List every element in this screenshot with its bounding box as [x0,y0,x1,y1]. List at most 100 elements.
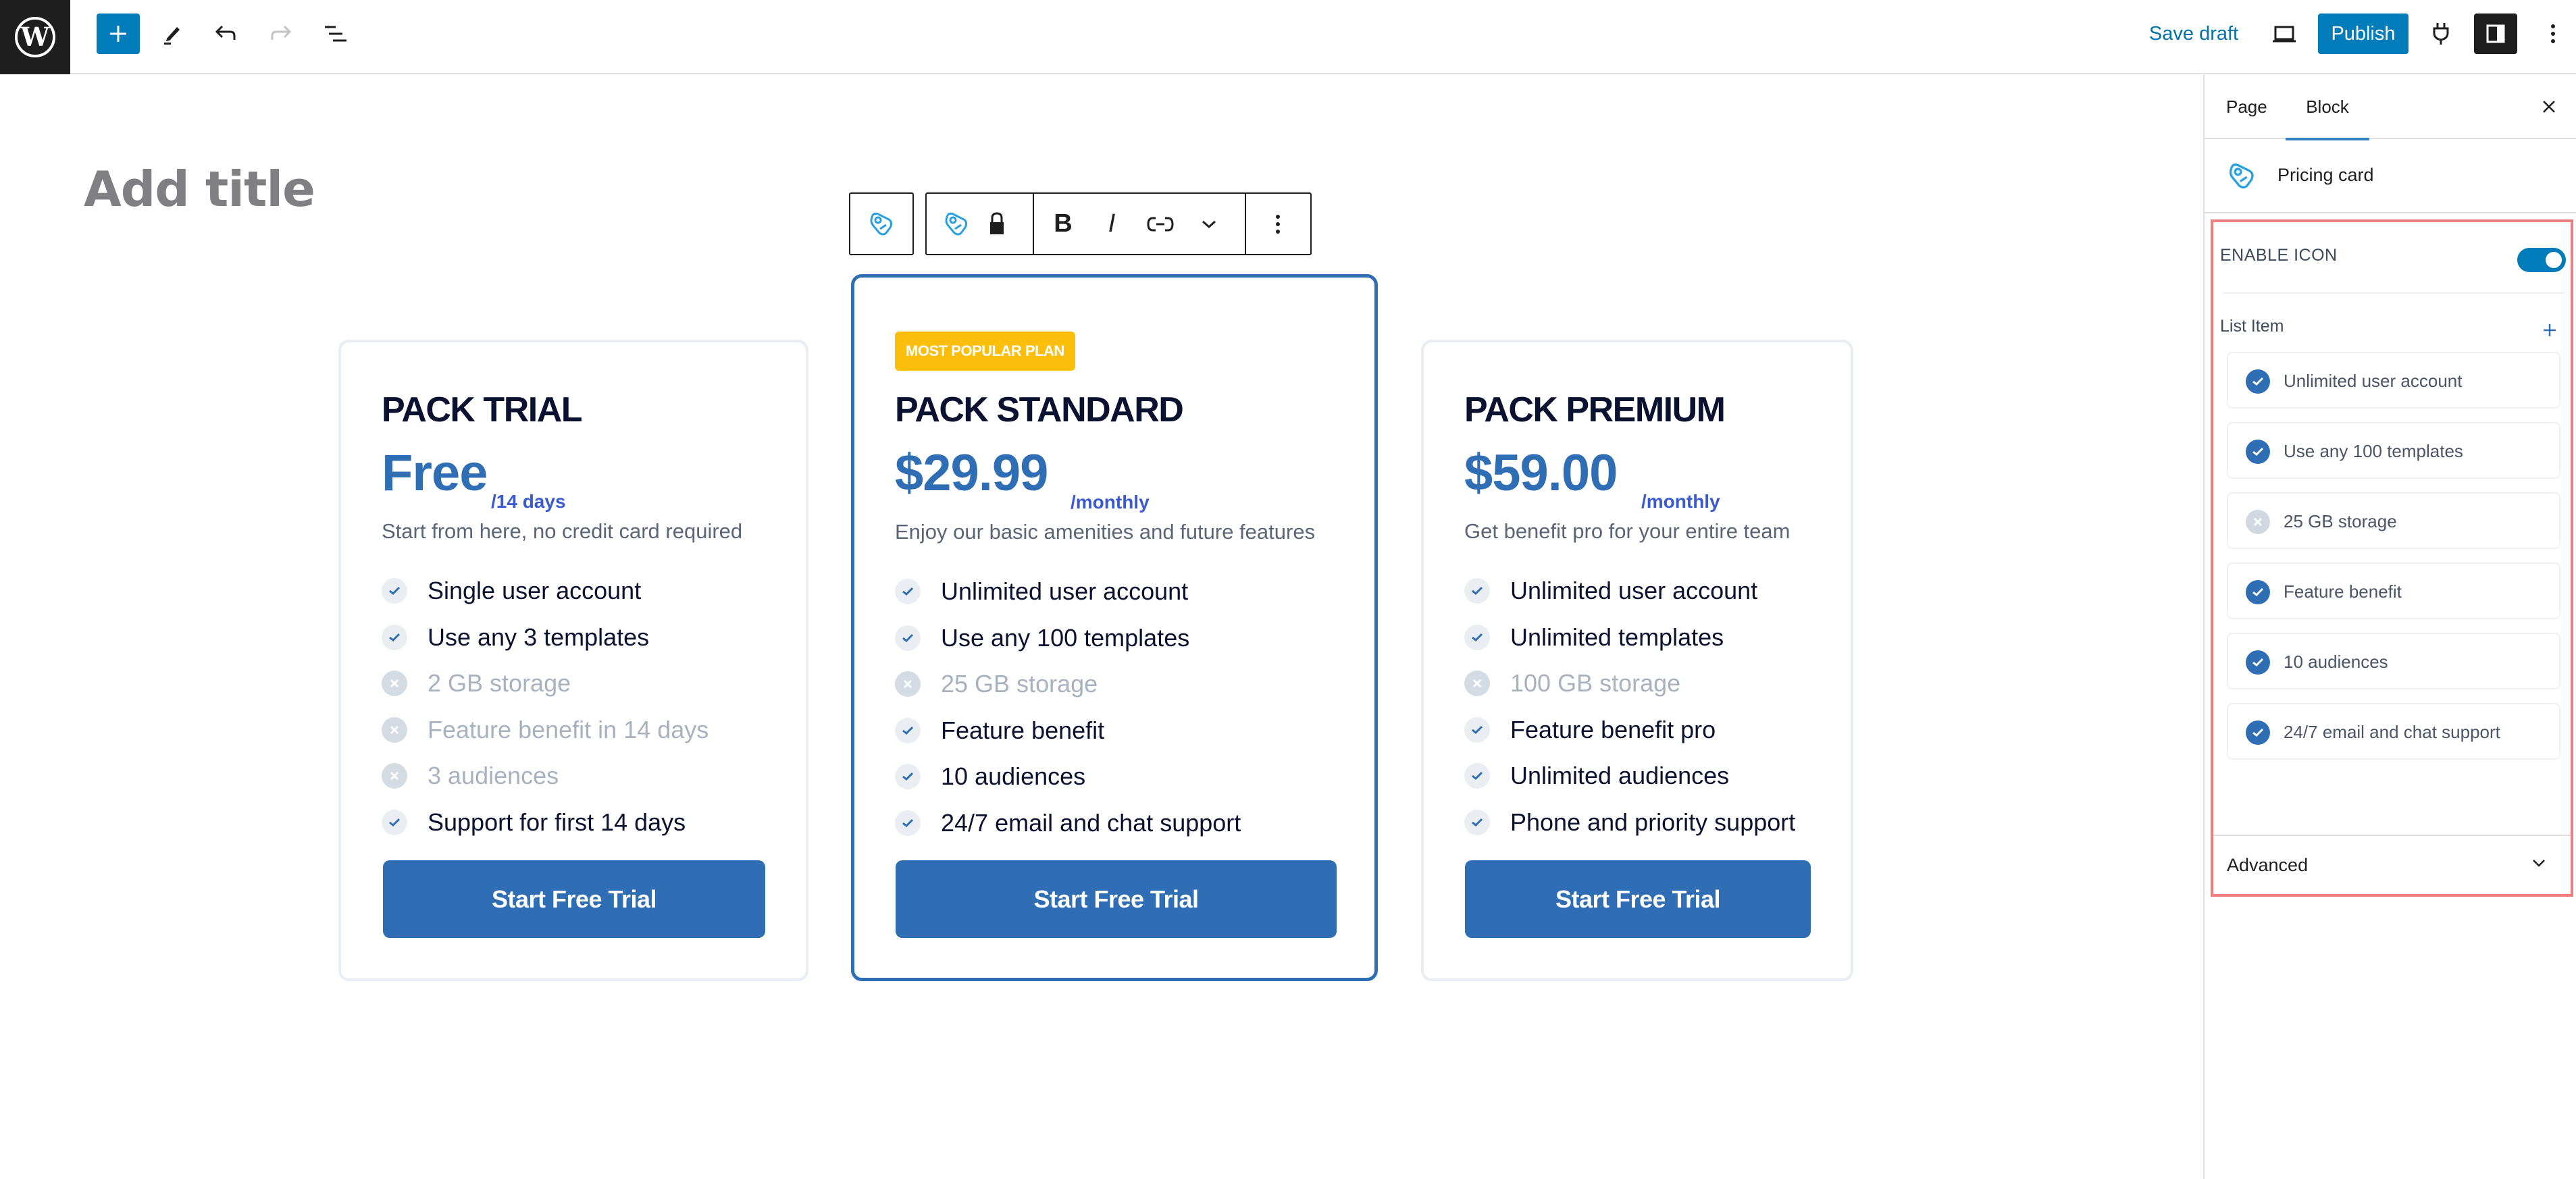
x-circle-icon[interactable] [2246,510,2270,534]
block-options-button[interactable] [1258,204,1298,244]
feature-text: Feature benefit [941,716,1105,744]
feature-text: 3 audiences [428,762,559,789]
check-icon [382,624,407,650]
feature-item: Feature benefit in 14 days [382,713,709,747]
wordpress-logo-button[interactable]: W [0,0,70,74]
feature-text: Unlimited user account [941,577,1189,605]
pencil-icon [164,27,180,45]
start-free-trial-button[interactable]: Start Free Trial [1465,860,1811,938]
preview-button[interactable] [2264,14,2304,54]
feature-text: 24/7 email and chat support [941,808,1241,837]
save-draft-button[interactable]: Save draft [2148,14,2240,54]
feature-text: Support for first 14 days [428,808,686,836]
plan-price: $29.99 [895,444,1048,502]
undo-button[interactable] [206,14,247,54]
feature-text: 10 audiences [941,762,1086,790]
check-circle-icon[interactable] [2246,650,2270,675]
feature-item: Phone and priority support [1464,806,1795,839]
document-overview-button[interactable] [315,14,355,54]
plan-description: Get benefit pro for your entire team [1464,519,1791,543]
sidebar-list-item[interactable]: Use any 100 templates [2227,422,2560,479]
check-icon [895,717,921,743]
plan-name: PACK PREMIUM [1464,390,1726,429]
list-item-text[interactable]: Use any 100 templates [2284,441,2463,462]
pricing-card-trial[interactable]: PACK TRIAL Free /14 days Start from here… [338,340,808,981]
pricing-card-premium[interactable]: PACK PREMIUM $59.00 /monthly Get benefit… [1421,340,1853,981]
check-circle-icon[interactable] [2246,440,2270,464]
feature-item: Feature benefit [895,714,1104,748]
svg-text:W: W [20,22,51,52]
list-item-text[interactable]: Unlimited user account [2284,371,2462,392]
feature-item: 25 GB storage [895,667,1098,701]
plug-icon [2433,23,2449,45]
sidebar-list-item[interactable]: 10 audiences [2227,633,2560,689]
add-list-item-button[interactable] [2536,317,2563,344]
check-circle-icon[interactable] [2246,369,2270,394]
feature-text: Single user account [428,577,642,604]
publish-button[interactable]: Publish [2318,14,2408,54]
redo-icon [271,25,292,40]
tag-icon [945,212,968,235]
check-circle-icon[interactable] [2246,580,2270,604]
plan-price: Free [382,444,488,502]
close-sidebar-button[interactable] [2535,93,2562,120]
feature-text: Phone and priority support [1510,808,1796,836]
check-icon [895,810,921,836]
lock-icon [990,211,1004,234]
check-icon [382,809,407,835]
wordpress-logo-icon: W [15,17,55,57]
enable-icon-toggle[interactable] [2517,248,2566,272]
list-item-text[interactable]: 24/7 email and chat support [2284,722,2500,743]
feature-item: Single user account [382,574,641,608]
check-circle-icon[interactable] [2246,720,2270,745]
undo-icon [215,25,236,40]
block-inserter-button[interactable] [97,14,140,54]
block-type-button[interactable] [936,204,977,244]
options-menu-button[interactable] [2540,14,2567,54]
feature-item: 10 audiences [895,760,1085,793]
feature-item: 3 audiences [382,759,559,793]
sidebar-toggle-icon [2486,24,2505,43]
divider [2223,292,2565,294]
advanced-panel-toggle[interactable]: Advanced [2213,835,2571,895]
select-parent-block-button[interactable] [849,192,914,255]
link-button[interactable] [1140,204,1181,244]
bold-button[interactable]: B [1043,204,1083,244]
tab-page[interactable]: Page [2226,74,2267,139]
plan-period: /monthly [1641,491,1720,512]
x-icon [382,716,407,743]
list-item-text[interactable]: Feature benefit [2284,581,2402,602]
sidebar-tabs: Page Block [2205,74,2576,140]
list-item-text[interactable]: 25 GB storage [2284,511,2397,532]
sidebar-list-item[interactable]: 25 GB storage [2227,492,2560,549]
toolbar-separator [1033,194,1034,254]
feature-item: Unlimited user account [1464,574,1757,608]
tab-block[interactable]: Block [2286,74,2369,140]
start-free-trial-button[interactable]: Start Free Trial [383,860,765,938]
tools-button[interactable] [151,14,192,54]
more-formatting-button[interactable] [1189,204,1229,244]
list-item-text[interactable]: 10 audiences [2284,652,2388,673]
laptop-preview-icon [2273,26,2296,43]
editor-header: W Save draft Publish [0,0,2576,74]
block-card-title: Pricing card [2277,165,2374,185]
feature-item: Unlimited user account [895,575,1188,608]
post-title-input[interactable]: Add title [84,161,315,217]
feature-text: 2 GB storage [428,669,571,697]
redo-button[interactable] [260,14,301,54]
pricing-card-standard[interactable]: MOST POPULAR PLAN PACK STANDARD $29.99 /… [851,274,1378,981]
sidebar-list-item[interactable]: Feature benefit [2227,562,2560,619]
lock-button[interactable] [977,204,1017,244]
plan-name: PACK TRIAL [382,390,583,429]
plugin-button[interactable] [2421,14,2461,54]
block-toolbar: B I [925,192,1312,255]
feature-item: Use any 3 templates [382,621,649,654]
italic-button[interactable]: I [1091,204,1132,244]
feature-item: 100 GB storage [1464,666,1680,700]
start-free-trial-button[interactable]: Start Free Trial [896,860,1337,938]
settings-sidebar-toggle[interactable] [2474,14,2517,54]
feature-item: Feature benefit pro [1464,713,1716,747]
block-card: Pricing card [2205,140,2576,213]
sidebar-list-item[interactable]: Unlimited user account [2227,352,2560,409]
sidebar-list-item[interactable]: 24/7 email and chat support [2227,703,2560,760]
